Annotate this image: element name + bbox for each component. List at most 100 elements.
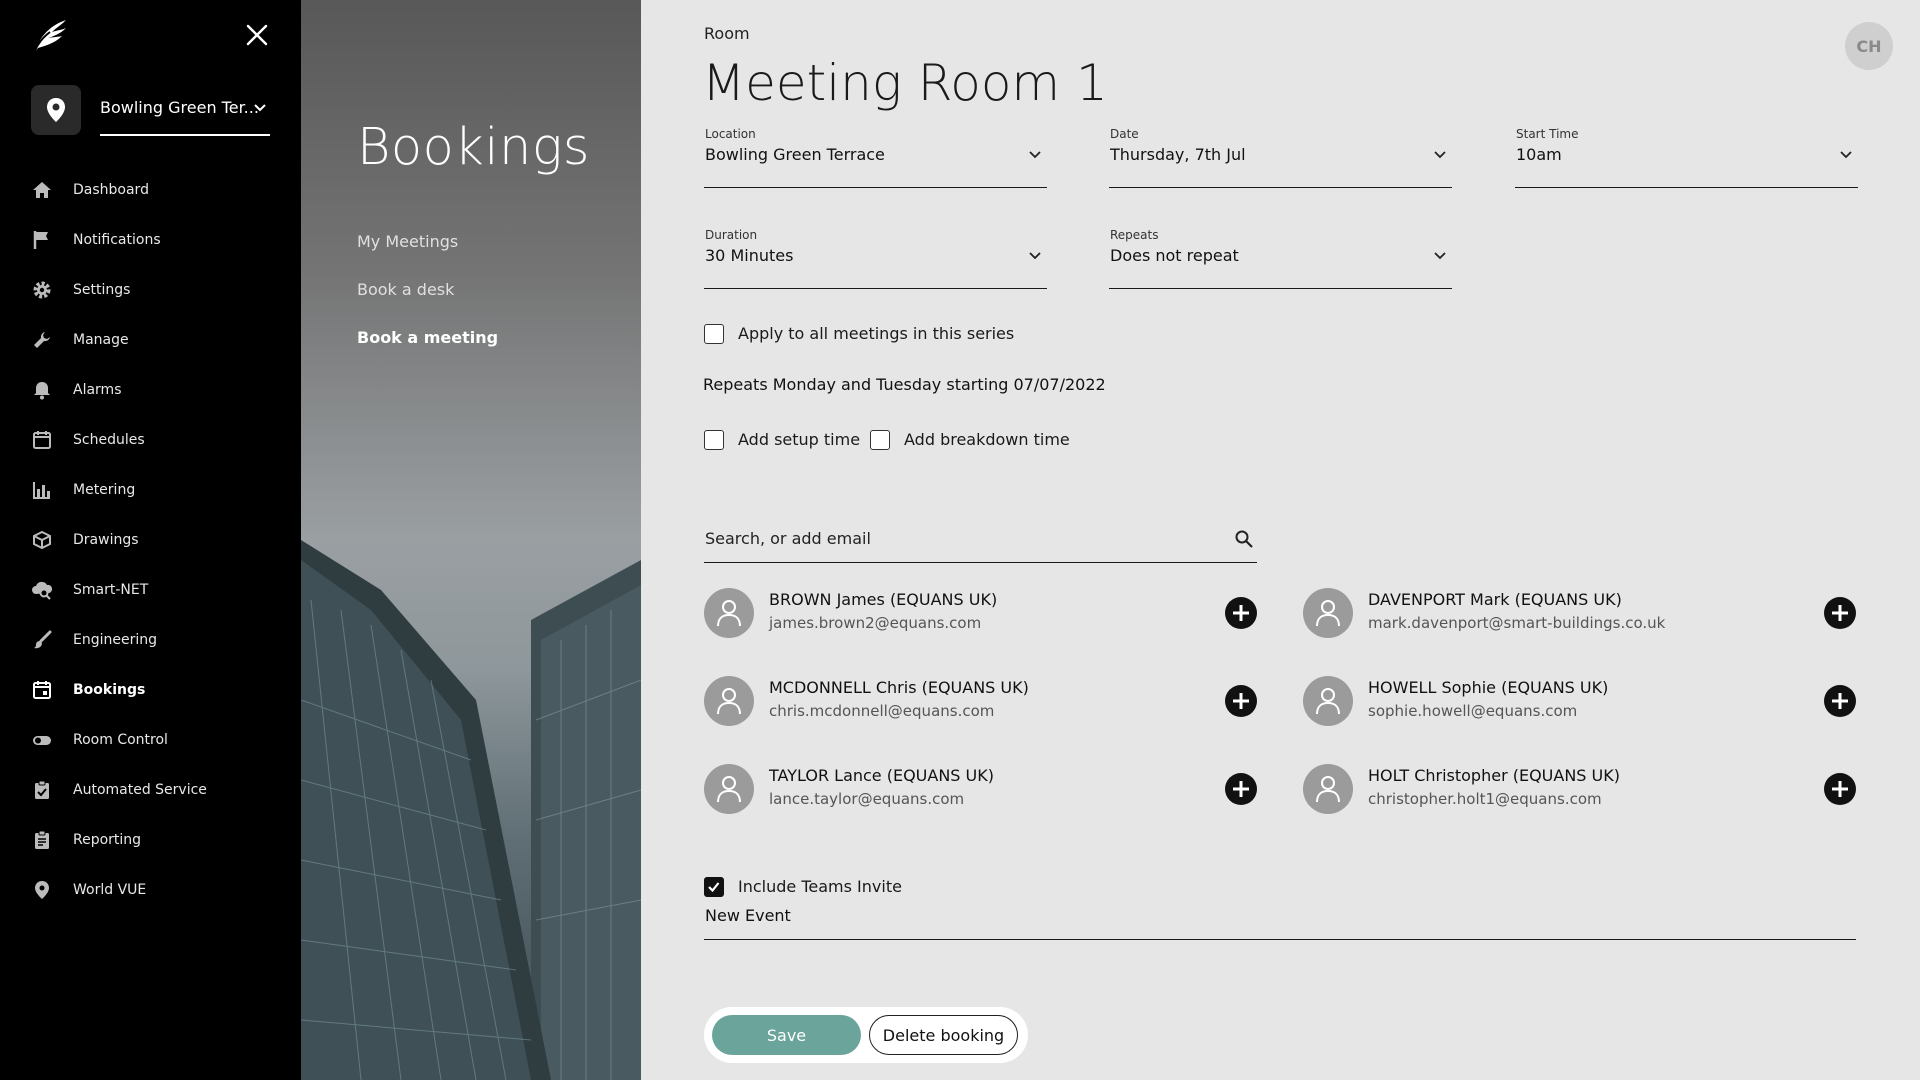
event-name-value: New Event bbox=[705, 906, 791, 925]
sidebar-item-label: Settings bbox=[73, 282, 131, 298]
close-icon[interactable] bbox=[242, 20, 272, 50]
location-value: Bowling Green Terrace bbox=[705, 145, 885, 164]
attendee-email: christopher.holt1@equans.com bbox=[1368, 790, 1602, 808]
booking-form: CH Room Meeting Room 1 Location Bowling … bbox=[641, 0, 1920, 1080]
search-icon[interactable] bbox=[1234, 529, 1254, 549]
duration-label: Duration bbox=[705, 228, 758, 242]
sidebar-item-engineering[interactable]: Engineering bbox=[0, 615, 301, 665]
chevron-down-icon bbox=[1029, 252, 1041, 260]
setup-time-checkbox[interactable] bbox=[704, 430, 724, 450]
duration-select[interactable]: Duration 30 Minutes bbox=[704, 228, 1047, 289]
calendar-event-icon bbox=[31, 679, 53, 701]
sidebar-item-reporting[interactable]: Reporting bbox=[0, 815, 301, 865]
sidebar-item-alarms[interactable]: Alarms bbox=[0, 365, 301, 415]
sidebar-item-label: World VUE bbox=[73, 882, 147, 898]
toggle-icon bbox=[31, 729, 53, 751]
attendee-row: HOWELL Sophie (EQUANS UK) sophie.howell@… bbox=[1303, 670, 1856, 726]
map-pin-icon bbox=[31, 879, 53, 901]
sidebar: Bowling Green Ter... Dashboard Notificat… bbox=[0, 0, 301, 1080]
sidebar-item-manage[interactable]: Manage bbox=[0, 315, 301, 365]
sidebar-item-drawings[interactable]: Drawings bbox=[0, 515, 301, 565]
teams-invite-checkbox[interactable] bbox=[704, 877, 724, 897]
search-placeholder: Search, or add email bbox=[705, 529, 871, 548]
sidebar-item-metering[interactable]: Metering bbox=[0, 465, 301, 515]
attendee-name: HOLT Christopher (EQUANS UK) bbox=[1368, 766, 1620, 785]
site-selector-label: Bowling Green Ter... bbox=[100, 98, 259, 117]
person-avatar-icon bbox=[704, 676, 754, 726]
sidebar-item-schedules[interactable]: Schedules bbox=[0, 415, 301, 465]
repeats-value: Does not repeat bbox=[1110, 246, 1239, 265]
bookings-title: Bookings bbox=[357, 118, 591, 177]
attendee-name: TAYLOR Lance (EQUANS UK) bbox=[769, 766, 994, 785]
breakdown-time-label: Add breakdown time bbox=[904, 430, 1070, 449]
duration-value: 30 Minutes bbox=[705, 246, 794, 265]
sidebar-item-label: Drawings bbox=[73, 532, 139, 548]
sidebar-item-label: Alarms bbox=[73, 382, 122, 398]
brush-icon bbox=[31, 629, 53, 651]
menu-item-my-meetings[interactable]: My Meetings bbox=[357, 232, 458, 251]
person-avatar-icon bbox=[1303, 588, 1353, 638]
sidebar-item-label: Bookings bbox=[73, 682, 146, 698]
attendee-row: DAVENPORT Mark (EQUANS UK) mark.davenpor… bbox=[1303, 582, 1856, 638]
menu-item-book-meeting[interactable]: Book a meeting bbox=[357, 328, 498, 347]
sidebar-item-label: Reporting bbox=[73, 832, 142, 848]
attendee-name: MCDONNELL Chris (EQUANS UK) bbox=[769, 678, 1029, 697]
sidebar-item-label: Dashboard bbox=[73, 182, 149, 198]
apply-series-label: Apply to all meetings in this series bbox=[738, 324, 1015, 343]
page-title: Meeting Room 1 bbox=[702, 54, 1108, 112]
apply-series-checkbox[interactable] bbox=[704, 324, 724, 344]
sidebar-item-label: Engineering bbox=[73, 632, 157, 648]
sidebar-item-label: Notifications bbox=[73, 232, 161, 248]
attendee-email: james.brown2@equans.com bbox=[769, 614, 982, 632]
sidebar-item-dashboard[interactable]: Dashboard bbox=[0, 165, 301, 215]
sidebar-item-world-vue[interactable]: World VUE bbox=[0, 865, 301, 915]
teams-invite-label: Include Teams Invite bbox=[738, 877, 902, 896]
setup-time-label: Add setup time bbox=[738, 430, 861, 449]
start-time-select[interactable]: Start Time 10am bbox=[1515, 127, 1858, 188]
bell-icon bbox=[31, 379, 53, 401]
add-attendee-icon[interactable] bbox=[1225, 597, 1257, 629]
site-selector[interactable]: Bowling Green Ter... bbox=[100, 92, 270, 136]
location-select[interactable]: Location Bowling Green Terrace bbox=[704, 127, 1047, 188]
sidebar-item-notifications[interactable]: Notifications bbox=[0, 215, 301, 265]
sidebar-item-label: Manage bbox=[73, 332, 129, 348]
attendee-name: HOWELL Sophie (EQUANS UK) bbox=[1368, 678, 1609, 697]
menu-item-book-desk[interactable]: Book a desk bbox=[357, 280, 454, 299]
add-attendee-icon[interactable] bbox=[1824, 597, 1856, 629]
attendee-email: sophie.howell@equans.com bbox=[1368, 702, 1578, 720]
sidebar-item-label: Smart-NET bbox=[73, 582, 149, 598]
repeat-summary: Repeats Monday and Tuesday starting 07/0… bbox=[703, 375, 1106, 394]
sidebar-item-smart-net[interactable]: Smart-NET bbox=[0, 565, 301, 615]
event-name-input[interactable]: New Event bbox=[704, 903, 1856, 940]
start-time-label: Start Time bbox=[1516, 127, 1579, 141]
sidebar-item-room-control[interactable]: Room Control bbox=[0, 715, 301, 765]
action-bar: Save Delete booking bbox=[704, 1007, 1028, 1063]
sidebar-item-automated-service[interactable]: Automated Service bbox=[0, 765, 301, 815]
attendee-search-input[interactable]: Search, or add email bbox=[704, 520, 1257, 563]
attendee-row: MCDONNELL Chris (EQUANS UK) chris.mcdonn… bbox=[704, 670, 1257, 726]
add-attendee-icon[interactable] bbox=[1225, 773, 1257, 805]
sidebar-item-bookings[interactable]: Bookings bbox=[0, 665, 301, 715]
user-avatar[interactable]: CH bbox=[1845, 22, 1893, 70]
save-button[interactable]: Save bbox=[712, 1015, 861, 1055]
sidebar-item-label: Room Control bbox=[73, 732, 168, 748]
add-attendee-icon[interactable] bbox=[1824, 773, 1856, 805]
attendee-email: chris.mcdonnell@equans.com bbox=[769, 702, 995, 720]
app-logo-icon bbox=[33, 20, 66, 53]
person-avatar-icon bbox=[704, 764, 754, 814]
chevron-down-icon bbox=[1029, 151, 1041, 159]
gear-icon bbox=[31, 279, 53, 301]
attendee-row: TAYLOR Lance (EQUANS UK) lance.taylor@eq… bbox=[704, 758, 1257, 814]
repeats-select[interactable]: Repeats Does not repeat bbox=[1109, 228, 1452, 289]
add-attendee-icon[interactable] bbox=[1824, 685, 1856, 717]
breakdown-time-checkbox[interactable] bbox=[870, 430, 890, 450]
delete-booking-button[interactable]: Delete booking bbox=[869, 1015, 1018, 1055]
repeats-label: Repeats bbox=[1110, 228, 1159, 242]
date-select[interactable]: Date Thursday, 7th Jul bbox=[1109, 127, 1452, 188]
checkmark-icon bbox=[708, 882, 720, 893]
sidebar-item-settings[interactable]: Settings bbox=[0, 265, 301, 315]
person-avatar-icon bbox=[704, 588, 754, 638]
start-time-value: 10am bbox=[1516, 145, 1562, 164]
add-attendee-icon[interactable] bbox=[1225, 685, 1257, 717]
person-avatar-icon bbox=[1303, 764, 1353, 814]
